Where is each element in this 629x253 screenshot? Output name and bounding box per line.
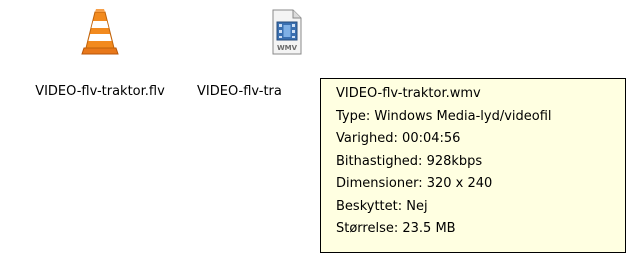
vlc-cone-icon (80, 8, 120, 56)
file-info-tooltip: VIDEO-flv-traktor.wmv Type: Windows Medi… (320, 78, 626, 253)
tooltip-duration: Varighed: 00:04:56 (336, 131, 461, 146)
file-item-wmv[interactable]: WMV VIDEO-flv-tra (197, 8, 322, 100)
wmv-badge-text: WMV (277, 44, 298, 52)
desktop-area: VIDEO-flv-traktor.flv WMV VIDEO-flv-tra … (0, 0, 629, 253)
tooltip-filename: VIDEO-flv-traktor.wmv (336, 86, 481, 101)
tooltip-dimensions: Dimensioner: 320 x 240 (336, 176, 493, 191)
file-item-flv[interactable]: VIDEO-flv-traktor.flv (10, 8, 190, 100)
tooltip-size: Størrelse: 23.5 MB (336, 221, 456, 236)
tooltip-type: Type: Windows Media-lyd/videofil (336, 108, 552, 124)
file-label-flv: VIDEO-flv-traktor.flv (35, 84, 165, 99)
tooltip-bitrate: Bithastighed: 928kbps (336, 153, 483, 169)
wmv-file-icon: WMV (267, 8, 307, 56)
file-label-wmv: VIDEO-flv-tra (197, 84, 282, 99)
tooltip-protected: Beskyttet: Nej (336, 198, 428, 214)
